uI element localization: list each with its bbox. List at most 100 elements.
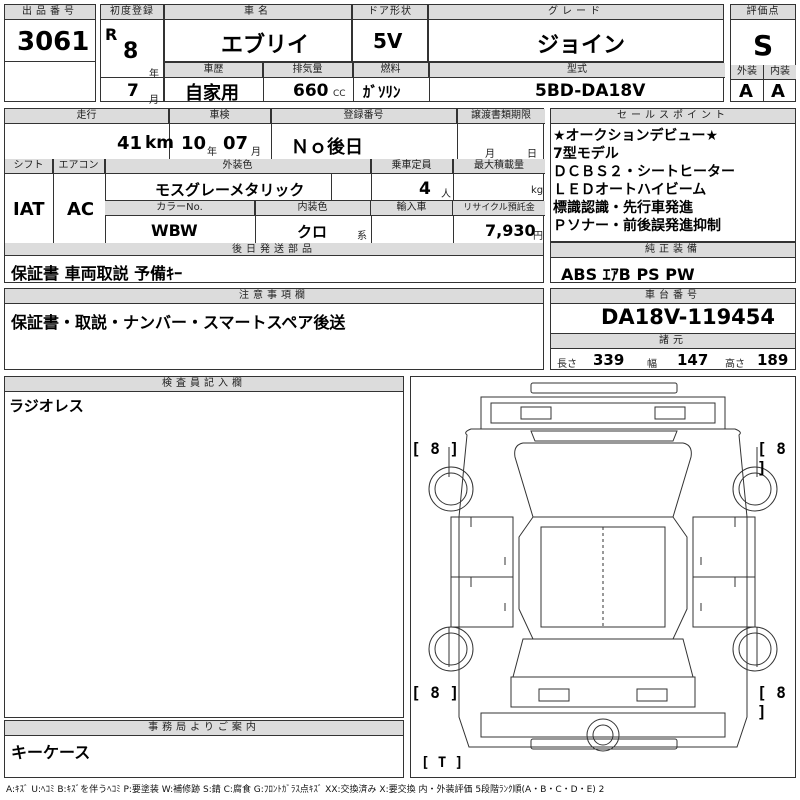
interior-label: 内装色 [255, 201, 371, 216]
score-box: 評価点 S 外装 内装 A A [730, 4, 796, 102]
mileage-unit: km [145, 133, 175, 153]
length-label: 長さ [557, 359, 577, 370]
ext-label: 外装 [731, 65, 764, 80]
insp-month: 07 [223, 133, 249, 154]
transfer-label: 譲渡書類期限 [457, 109, 545, 124]
car-name-box: 車名 エブリイ [164, 4, 352, 62]
interior-color: クロ [297, 223, 328, 241]
height-label: 高さ [725, 359, 745, 370]
capacity-label: 乗車定員 [371, 159, 453, 174]
footer-legend: A:ｷｽﾞ U:ﾍｺﾐ B:ｷｽﾞを伴うﾍｺﾐ P:要塗装 W:補修跡 S:錆 … [6, 785, 605, 795]
score: S [753, 29, 774, 62]
inspector-note: ラジオレス [9, 397, 84, 415]
equipment: ABS ｴｱB PS PW [561, 265, 695, 284]
first-registration-box: 初度登録 R 8 年 7 月 [100, 4, 164, 106]
inspection-label: 車検 [169, 109, 271, 124]
insp-year: 10 [181, 133, 207, 154]
int-label: 内装 [764, 65, 796, 80]
era: R [105, 25, 118, 44]
displacement: 660 [293, 81, 329, 101]
reg-no: Ｎｏ後日 [291, 137, 363, 158]
car-diagram [428, 382, 778, 752]
dims-label: 諸元 [551, 333, 795, 349]
interior-unit: 系 [357, 231, 367, 242]
length: 339 [593, 351, 625, 369]
reg-month: 7 [127, 81, 139, 101]
later-parts: 保証書 車両取説 予備ｷｰ [11, 264, 183, 283]
fuel: ｶﾞｿﾘﾝ [363, 83, 401, 101]
car-name-label: 車名 [165, 5, 351, 20]
width-label: 幅 [647, 359, 657, 370]
sales-line: ★オークションデビュー★ [553, 128, 719, 144]
sales-line: ＤＣＢＳ２・シートヒーター [553, 164, 735, 180]
equipment-box: 純正装備 ABS ｴｱB PS PW [550, 242, 796, 284]
height: 189 [757, 351, 789, 369]
car-diagram-box: [ 8 ] [ 8 ] [ 8 ] [ 8 ] [ T ] [410, 376, 796, 778]
month-unit: 月 [149, 95, 159, 106]
color-no: WBW [151, 221, 198, 240]
car-name: エブリイ [221, 33, 310, 58]
fuel-label: 燃料 [353, 63, 429, 78]
equipment-label: 純正装備 [551, 243, 795, 258]
lot-number-label: 出品番号 [5, 5, 95, 20]
insp-month-unit: 月 [251, 147, 261, 158]
sales-line: Ｐソナー・前後誤発進抑制 [553, 218, 721, 234]
model-label: 型式 [429, 63, 725, 78]
lot-number: 3061 [17, 27, 90, 57]
mileage: 41 [117, 133, 143, 154]
load-label: 最大積載量 [453, 159, 545, 174]
transfer-day: 日 [527, 149, 537, 160]
chassis-number: DA18V-119454 [601, 305, 776, 329]
grade-label: グレード [429, 5, 723, 20]
notes-box: 注意事項欄 保証書・取説・ナンバー・スマートスペア後送 [4, 288, 544, 370]
history: 自家用 [185, 83, 239, 104]
later-parts-box: 保証書 車両取説 予備ｷｰ [4, 255, 544, 283]
office-note: キーケース [11, 743, 91, 762]
grade: ジョイン [537, 33, 626, 58]
office-label: 事務局よりご案内 [5, 721, 403, 736]
tire-front-right: [ 8 ] [757, 439, 786, 477]
cc-unit: CC [333, 89, 346, 99]
grade-box: グレード ジョイン [428, 4, 724, 62]
recycle-label: リサイクル預託金 [453, 201, 545, 216]
sales-line: 標識認識・先行車発進 [553, 200, 693, 216]
spec-row: 車歴 排気量 燃料 型式 自家用 660 CC ｶﾞｿﾘﾝ 5BD-DA18V [164, 62, 725, 104]
notes-label: 注意事項欄 [5, 289, 543, 304]
load-unit: kg [531, 185, 544, 196]
capacity: 4 [419, 179, 431, 199]
detail-box: 走行 車検 登録番号 譲渡書類期限 41 km 10 年 07 月 Ｎｏ後日 月… [4, 108, 545, 257]
insp-year-unit: 年 [207, 147, 217, 158]
import-label: 輸入車 [371, 201, 453, 216]
inspector-box: 検査員記入欄 ラジオレス [4, 376, 404, 718]
inspector-label: 検査員記入欄 [5, 377, 403, 392]
ac: AC [67, 199, 95, 220]
tire-rear-left: [ 8 ] [411, 683, 460, 702]
door-type: 5V [373, 29, 403, 53]
displacement-label: 排気量 [263, 63, 353, 78]
model: 5BD-DA18V [535, 81, 646, 101]
chassis-box: 車台番号 DA18V-119454 諸元 長さ 339 幅 147 高さ 189 [550, 288, 796, 370]
transfer-month: 月 [485, 149, 495, 160]
door-label: ドア形状 [353, 5, 427, 20]
shift: IAT [13, 199, 45, 220]
ac-label: エアコン [53, 159, 105, 174]
lot-number-box: 出品番号 3061 [4, 4, 96, 102]
reg-year: 8 [123, 39, 139, 64]
history-label: 車歴 [165, 63, 263, 78]
sales-line: 7型モデル [553, 146, 619, 162]
recycle-fee: 7,930 [485, 221, 536, 240]
mileage-label: 走行 [5, 109, 169, 124]
recycle-unit: 円 [533, 231, 543, 242]
door-box: ドア形状 5V [352, 4, 428, 62]
color-no-label: カラーNo. [105, 201, 255, 216]
notes: 保証書・取説・ナンバー・スマートスペア後送 [11, 313, 346, 332]
width: 147 [677, 351, 709, 369]
first-registration-label: 初度登録 [101, 5, 163, 20]
sales-box: セールスポイント ★オークションデビュー★ 7型モデル ＤＣＢＳ２・シートヒータ… [550, 108, 796, 242]
sales-line: ＬＥＤオートハイビーム [553, 182, 707, 198]
score-label: 評価点 [731, 5, 795, 20]
sales-label: セールスポイント [551, 109, 795, 124]
spare-tire: [ T ] [421, 755, 464, 771]
capacity-unit: 人 [441, 189, 451, 200]
exterior-color: モスグレーメタリック [155, 181, 305, 199]
